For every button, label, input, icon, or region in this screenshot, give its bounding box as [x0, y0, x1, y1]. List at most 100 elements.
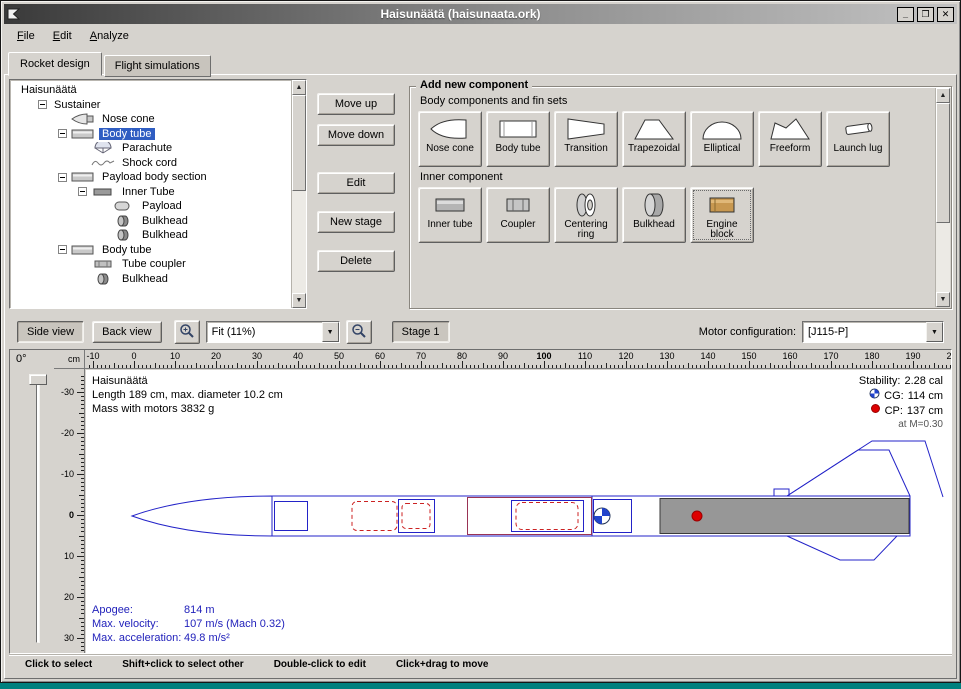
ruler-tick [343, 365, 344, 368]
ruler-tick [81, 544, 84, 545]
ruler-tick [483, 363, 484, 368]
scroll-up-icon[interactable]: ▲ [292, 80, 306, 95]
ruler-tick [786, 365, 787, 368]
tab-rocket-design[interactable]: Rocket design [8, 52, 102, 76]
tree-item-sustainer[interactable]: Sustainer [10, 98, 306, 113]
titlebar[interactable]: Haisunäätä (haisunaata.ork) _ ❐ ✕ [4, 4, 957, 24]
ruler-tick [606, 363, 607, 368]
menu-file[interactable]: File [8, 27, 44, 45]
tree-item-body-tube[interactable]: Body tube [10, 127, 306, 142]
tab-flight-simulations[interactable]: Flight simulations [104, 55, 211, 77]
delete-button[interactable]: Delete [317, 250, 395, 272]
move-down-button[interactable]: Move down [317, 124, 395, 146]
bodytube-icon [71, 244, 95, 256]
ruler-tick [81, 560, 84, 561]
ruler-label: 20 [211, 351, 221, 361]
palette-scrollbar[interactable]: ▲ ▼ [935, 88, 950, 307]
tree-item-payload[interactable]: Payload [10, 199, 306, 214]
close-button[interactable]: ✕ [937, 7, 954, 22]
tree-item-inner-tube[interactable]: Inner Tube [10, 185, 306, 200]
tree-expander-icon[interactable] [78, 187, 87, 196]
new-stage-button[interactable]: New stage [317, 211, 395, 233]
tree-expander-icon[interactable] [58, 173, 67, 182]
zoom-in-button[interactable] [174, 320, 200, 344]
palette-button-body-tube[interactable]: Body tube [486, 111, 550, 167]
back-view-button[interactable]: Back view [92, 321, 162, 343]
rocket-canvas[interactable]: Haisunäätä Length 189 cm, max. diameter … [86, 370, 951, 653]
side-view-button[interactable]: Side view [17, 321, 84, 343]
move-up-button[interactable]: Move up [317, 93, 395, 115]
ruler-label: 60 [375, 351, 385, 361]
palette-button-freeform[interactable]: Freeform [758, 111, 822, 167]
palette-scrollbar-track[interactable] [936, 103, 950, 292]
tree-expander-icon[interactable] [58, 245, 67, 254]
ruler-tick [618, 365, 619, 368]
palette-button-launch-lug[interactable]: Launch lug [826, 111, 890, 167]
ruler-tick [216, 361, 217, 368]
ruler-tick [89, 365, 90, 368]
tree-item-bulkhead[interactable]: Bulkhead [10, 272, 306, 287]
rotation-slider-handle[interactable] [29, 374, 47, 385]
palette-button-elliptical[interactable]: Elliptical [690, 111, 754, 167]
ruler-tick [155, 363, 156, 368]
tree-item-tube-coupler[interactable]: Tube coupler [10, 257, 306, 272]
combo-arrow-icon[interactable]: ▼ [926, 322, 943, 342]
scroll-down-icon[interactable]: ▼ [292, 293, 306, 308]
motor-configuration-combo[interactable]: [J115-P] ▼ [802, 321, 944, 343]
ruler-tick [470, 365, 471, 368]
tree-expander-icon[interactable] [38, 100, 47, 109]
tree-expander-icon[interactable] [58, 129, 67, 138]
palette-scrollbar-thumb[interactable] [936, 103, 950, 223]
palette-button-centering-ring[interactable]: Centering ring [554, 187, 618, 243]
zoom-level-combo[interactable]: Fit (11%) ▼ [206, 321, 340, 343]
ruler-tick [585, 361, 586, 368]
ruler-tick [81, 642, 84, 643]
tree-scrollbar[interactable]: ▲ ▼ [291, 80, 306, 308]
ruler-tick [663, 365, 664, 368]
ruler-tick [81, 462, 84, 463]
menu-analyze[interactable]: Analyze [81, 27, 138, 45]
ruler-tick [114, 363, 115, 368]
palette-button-nose-cone[interactable]: Nose cone [418, 111, 482, 167]
palette-button-label: Body tube [495, 144, 540, 154]
ruler-tick [130, 365, 131, 368]
edit-button[interactable]: Edit [317, 172, 395, 194]
minimize-button[interactable]: _ [897, 7, 914, 22]
tree-item-body-tube[interactable]: Body tube [10, 243, 306, 258]
tree-item-haisun-t[interactable]: Haisunäätä [10, 83, 306, 98]
palette-button-transition[interactable]: Transition [554, 111, 618, 167]
ruler-tick [474, 365, 475, 368]
zoom-level-value: Fit (11%) [212, 326, 256, 338]
tree-item-shock-cord[interactable]: Shock cord [10, 156, 306, 171]
tree-item-bulkhead[interactable]: Bulkhead [10, 228, 306, 243]
stage-1-toggle[interactable]: Stage 1 [392, 321, 450, 343]
palette-button-inner-tube[interactable]: Inner tube [418, 187, 482, 243]
rotation-slider-track[interactable] [36, 376, 40, 643]
palette-button-bulkhead[interactable]: Bulkhead [622, 187, 686, 243]
ruler-tick [593, 365, 594, 368]
palette-button-trapezoidal[interactable]: Trapezoidal [622, 111, 686, 167]
palette-button-engine-block[interactable]: Engine block [690, 187, 754, 243]
application-window: Haisunäätä (haisunaata.ork) _ ❐ ✕ FileEd… [0, 0, 961, 683]
tree-item-parachute[interactable]: Parachute [10, 141, 306, 156]
scroll-up-icon[interactable]: ▲ [936, 88, 950, 103]
ruler-tick [191, 365, 192, 368]
palette-button-coupler[interactable]: Coupler [486, 187, 550, 243]
menu-edit[interactable]: Edit [44, 27, 81, 45]
ruler-tick [81, 396, 84, 397]
scroll-down-icon[interactable]: ▼ [936, 292, 950, 307]
tree-scrollbar-thumb[interactable] [292, 95, 306, 191]
tree-item-nose-cone[interactable]: Nose cone [10, 112, 306, 127]
combo-arrow-icon[interactable]: ▼ [322, 322, 339, 342]
ruler-tick [323, 365, 324, 368]
ruler-tick [868, 365, 869, 368]
ruler-tick [462, 361, 463, 368]
ruler-tick [81, 593, 84, 594]
zoom-out-button[interactable] [346, 320, 372, 344]
ruler-tick [729, 363, 730, 368]
tree-item-payload-body-section[interactable]: Payload body section [10, 170, 306, 185]
ruler-tick [913, 361, 914, 368]
tree-scrollbar-track[interactable] [292, 95, 306, 293]
maximize-button[interactable]: ❐ [917, 7, 934, 22]
tree-item-bulkhead[interactable]: Bulkhead [10, 214, 306, 229]
